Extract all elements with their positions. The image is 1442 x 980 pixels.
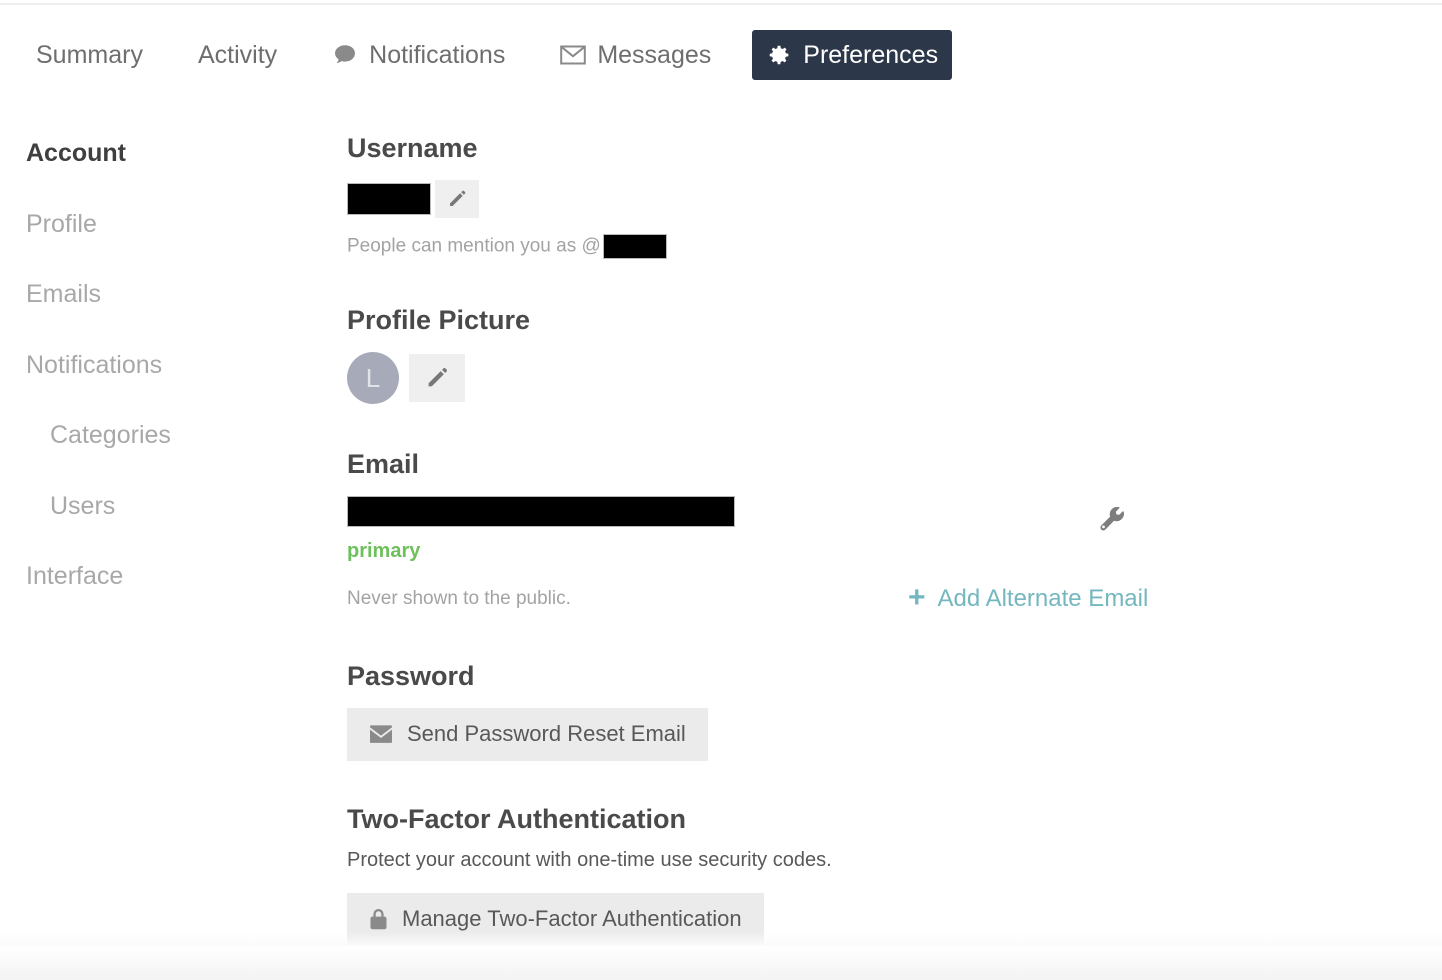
wrench-icon bbox=[1098, 506, 1128, 541]
sidebar-item-users[interactable]: Users bbox=[0, 483, 330, 531]
sidebar-item-notifications[interactable]: Notifications bbox=[0, 342, 330, 390]
tab-notifications[interactable]: Notifications bbox=[318, 30, 519, 80]
sidebar-item-profile[interactable]: Profile bbox=[0, 201, 330, 249]
speech-bubble-icon bbox=[332, 42, 358, 68]
page-bottom-strip bbox=[0, 946, 1442, 980]
tab-summary[interactable]: Summary bbox=[22, 31, 157, 80]
envelope-icon bbox=[560, 42, 587, 68]
profile-picture-row: L bbox=[347, 351, 1407, 404]
email-section: Email primary Never shown to the public. bbox=[347, 448, 1407, 612]
password-section: Password Send Password Reset Email bbox=[347, 660, 1407, 761]
username-mention-prefix: People can mention you as @ bbox=[347, 235, 601, 257]
avatar-initial: L bbox=[365, 362, 381, 393]
lock-icon bbox=[369, 908, 388, 930]
tab-activity[interactable]: Activity bbox=[184, 31, 291, 80]
pencil-icon bbox=[447, 189, 467, 209]
tab-messages-label: Messages bbox=[597, 40, 712, 69]
username-heading: Username bbox=[347, 133, 478, 163]
add-alternate-email-wrapper: + Add Alternate Email bbox=[908, 581, 1149, 614]
sidebar-item-interface[interactable]: Interface bbox=[0, 553, 330, 601]
top-tab-bar: Summary Activity Notifications Messages … bbox=[0, 28, 1442, 82]
username-section: Username People can mention you as @ bbox=[347, 132, 1407, 260]
username-field-row bbox=[347, 180, 1407, 219]
page-bottom-fade bbox=[0, 932, 1442, 946]
tab-notifications-label: Notifications bbox=[369, 40, 506, 69]
preferences-account-panel: Username People can mention you as @ Pro… bbox=[347, 132, 1407, 946]
send-password-reset-email-button[interactable]: Send Password Reset Email bbox=[347, 708, 708, 761]
add-alternate-email-label: Add Alternate Email bbox=[937, 584, 1149, 612]
password-heading: Password bbox=[347, 661, 475, 692]
sidebar-item-label: Users bbox=[50, 491, 116, 520]
tab-preferences[interactable]: Preferences bbox=[752, 30, 953, 80]
top-divider bbox=[0, 3, 1442, 5]
sidebar-item-emails[interactable]: Emails bbox=[0, 271, 330, 319]
sidebar-item-label: Interface bbox=[26, 562, 124, 590]
settings-sidebar: Account Profile Emails Notifications Cat… bbox=[0, 130, 330, 624]
profile-picture-section: Profile Picture L bbox=[347, 304, 1407, 404]
email-value-redacted bbox=[347, 496, 735, 528]
sidebar-item-label: Notifications bbox=[26, 350, 163, 379]
add-alternate-email-button[interactable]: + Add Alternate Email bbox=[908, 581, 1149, 614]
sidebar-item-label: Profile bbox=[26, 209, 97, 238]
email-visibility-hint: Never shown to the public. bbox=[347, 588, 571, 610]
username-mention-redacted bbox=[602, 234, 667, 260]
email-settings-button[interactable] bbox=[1098, 506, 1128, 542]
manage-two-factor-label: Manage Two-Factor Authentication bbox=[402, 906, 742, 932]
username-mention-hint: People can mention you as @ bbox=[347, 234, 1407, 260]
send-password-reset-email-label: Send Password Reset Email bbox=[407, 721, 686, 747]
edit-profile-picture-button[interactable] bbox=[409, 353, 465, 402]
edit-username-button[interactable] bbox=[435, 180, 479, 219]
two-factor-heading: Two-Factor Authentication bbox=[347, 803, 686, 834]
sidebar-item-categories[interactable]: Categories bbox=[0, 412, 330, 460]
avatar: L bbox=[347, 351, 399, 404]
sidebar-item-account[interactable]: Account bbox=[0, 130, 330, 178]
sidebar-item-label: Emails bbox=[26, 280, 102, 308]
email-value-row bbox=[347, 496, 1407, 528]
gear-icon bbox=[766, 42, 792, 68]
tab-summary-label: Summary bbox=[36, 40, 143, 69]
sidebar-item-label: Categories bbox=[50, 421, 171, 449]
two-factor-description: Protect your account with one-time use s… bbox=[347, 849, 832, 872]
sidebar-item-label: Account bbox=[26, 139, 126, 167]
tab-activity-label: Activity bbox=[197, 40, 278, 69]
email-primary-badge: primary bbox=[347, 540, 421, 563]
profile-picture-heading: Profile Picture bbox=[347, 304, 531, 335]
two-factor-section: Two-Factor Authentication Protect your a… bbox=[347, 803, 1407, 946]
tab-preferences-label: Preferences bbox=[803, 40, 939, 69]
plus-icon: + bbox=[908, 581, 926, 614]
pencil-icon bbox=[425, 366, 449, 390]
email-heading: Email bbox=[347, 448, 420, 479]
envelope-icon bbox=[369, 725, 393, 744]
tab-messages[interactable]: Messages bbox=[546, 30, 725, 80]
username-value-redacted bbox=[347, 183, 431, 216]
